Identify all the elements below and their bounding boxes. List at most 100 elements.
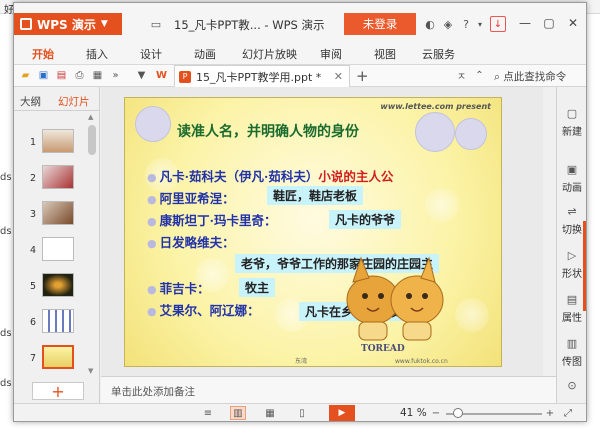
bullet-item[interactable]: 艾果尔、阿辽娜： bbox=[147, 300, 260, 319]
feedback-icon[interactable]: ◈ bbox=[440, 16, 456, 32]
canvas-scrollbar[interactable] bbox=[544, 87, 556, 376]
document-tab[interactable]: P 15_凡卡PPT教学用.ppt * ✕ bbox=[174, 65, 350, 87]
tab-cloud[interactable]: 云服务 bbox=[422, 46, 455, 62]
slide-thumbnail[interactable]: 1 bbox=[14, 129, 86, 159]
export-pdf-icon[interactable]: ▤ bbox=[54, 68, 69, 83]
play-slideshow-button[interactable]: ▶ bbox=[329, 405, 355, 421]
restore-button[interactable]: ▢ bbox=[538, 14, 560, 32]
slide-title[interactable]: 读准人名，并明确人物的身份 bbox=[177, 121, 359, 141]
bullet-item[interactable]: 阿里亚希涅： bbox=[147, 188, 235, 207]
app-menu-button[interactable]: WPS 演示 ▼ bbox=[14, 13, 122, 35]
slide-thumbnail[interactable]: 2 bbox=[14, 165, 86, 195]
tab-review[interactable]: 审阅 bbox=[320, 46, 342, 62]
close-button[interactable]: ✕ bbox=[562, 14, 584, 32]
task-pane: ▢ 新建 ▣ 动画 ⇌ 切换 ▷ 形状 ▤ 属性 ▥ 传图 ⊙ bbox=[556, 87, 586, 403]
slide-footer-text: 东湾 bbox=[295, 358, 308, 365]
task-animation-button[interactable]: ▣ 动画 bbox=[557, 163, 586, 205]
print-icon[interactable]: ⎙ bbox=[72, 68, 87, 83]
skin-icon[interactable]: ◐ bbox=[422, 16, 438, 32]
slides-pane: 大纲 幻灯片 1 2 3 4 5 6 7 ▲ ▼ + bbox=[14, 87, 100, 403]
slide-number: 1 bbox=[30, 137, 37, 148]
fit-window-icon[interactable]: ⤢ bbox=[560, 406, 576, 420]
chevron-down-icon[interactable]: ▼ bbox=[134, 68, 149, 83]
slide-sorter-icon[interactable]: ▦ bbox=[262, 406, 278, 420]
reading-view-icon[interactable]: ▯ bbox=[294, 406, 310, 420]
bubble-decoration bbox=[135, 106, 171, 142]
bg-text: ds bbox=[0, 378, 12, 389]
slide-canvas: www.lettee.com present 读准人名，并明确人物的身份 凡卡·… bbox=[101, 87, 543, 376]
list-view-icon[interactable]: ≡ bbox=[200, 406, 216, 420]
scrollbar-thumb[interactable] bbox=[88, 125, 96, 155]
tab-insert[interactable]: 插入 bbox=[86, 46, 108, 62]
slide-thumbnail[interactable]: 4 bbox=[14, 237, 86, 267]
bubble-decoration bbox=[415, 112, 455, 152]
tab-design[interactable]: 设计 bbox=[140, 46, 162, 62]
slides-pane-tabs: 大纲 幻灯片 bbox=[14, 87, 100, 111]
slide-thumbnail-image bbox=[42, 129, 74, 153]
background-left: ds ds ds ds bbox=[0, 14, 14, 434]
command-search[interactable]: ⌕ 点此查找命令 bbox=[494, 69, 566, 84]
tab-animation[interactable]: 动画 bbox=[194, 46, 216, 62]
slide-number: 3 bbox=[30, 209, 37, 220]
slide[interactable]: www.lettee.com present 读准人名，并明确人物的身份 凡卡·… bbox=[124, 97, 502, 367]
task-pane-handle[interactable] bbox=[583, 221, 586, 311]
slide-thumbnail-image bbox=[42, 309, 74, 333]
scroll-up-icon[interactable]: ▲ bbox=[88, 113, 93, 121]
scroll-down-icon[interactable]: ▼ bbox=[88, 367, 93, 375]
zoom-slider-knob[interactable] bbox=[452, 408, 463, 418]
properties-icon: ▤ bbox=[566, 293, 578, 306]
slide-number: 2 bbox=[30, 173, 37, 184]
notes-placeholder: 单击此处添加备注 bbox=[111, 386, 195, 398]
normal-view-icon[interactable]: ▥ bbox=[230, 406, 246, 420]
ribbon-tabs: 开始 插入 设计 动画 幻灯片放映 审阅 视图 云服务 bbox=[14, 41, 586, 68]
transition-icon: ⇌ bbox=[567, 205, 577, 218]
answer-box[interactable]: 凡卡的爷爷 bbox=[329, 210, 402, 229]
bg-text: ds bbox=[0, 226, 12, 237]
notes-area[interactable]: 单击此处添加备注 bbox=[101, 376, 556, 403]
minimize-button[interactable]: — bbox=[514, 14, 536, 32]
close-icon[interactable]: ✕ bbox=[334, 70, 343, 83]
bullet-item[interactable]: 凡卡·茹科夫（伊凡·茹科夫）小说的主人公 bbox=[147, 166, 394, 185]
slide-thumbnail[interactable]: 6 bbox=[14, 309, 86, 339]
wps-icon[interactable]: W bbox=[154, 68, 169, 83]
tab-slides[interactable]: 幻灯片 bbox=[58, 94, 90, 109]
task-upload-button[interactable]: ▥ 传图 bbox=[557, 337, 586, 379]
bullet-text: 凡卡·茹科夫（伊凡·茹科夫） bbox=[159, 169, 319, 184]
tab-home[interactable]: 开始 bbox=[32, 46, 54, 68]
bullet-item[interactable]: 菲吉卡： bbox=[147, 278, 210, 297]
answer-box[interactable]: 鞋匠，鞋店老板 bbox=[267, 186, 364, 205]
task-new-button[interactable]: ▢ 新建 bbox=[557, 107, 586, 149]
zoom-in-button[interactable]: + bbox=[542, 406, 558, 420]
tab-view[interactable]: 视图 bbox=[374, 46, 396, 62]
collapse-icon[interactable]: ㅈ bbox=[454, 68, 469, 83]
flower-decoration bbox=[455, 298, 489, 332]
save-icon[interactable]: ▣ bbox=[36, 68, 51, 83]
location-icon: ⊙ bbox=[567, 379, 577, 392]
more-icon[interactable]: » bbox=[108, 68, 123, 83]
bullet-item[interactable]: 日发略维夫： bbox=[147, 232, 235, 251]
bg-text: ds bbox=[0, 328, 12, 339]
download-icon[interactable]: ↓ bbox=[490, 16, 506, 32]
task-label: 属性 bbox=[562, 313, 582, 324]
bullet-item[interactable]: 康斯坦丁·玛卡里奇： bbox=[147, 210, 277, 229]
file-icon[interactable]: ▭ bbox=[148, 16, 164, 32]
chevron-down-icon[interactable]: ▾ bbox=[472, 16, 488, 32]
tab-slideshow[interactable]: 幻灯片放映 bbox=[242, 46, 297, 62]
tab-outline[interactable]: 大纲 bbox=[20, 94, 41, 109]
slide-thumbnail[interactable]: 7 bbox=[14, 345, 86, 375]
open-icon[interactable]: ▰ bbox=[18, 68, 33, 83]
login-button[interactable]: 未登录 bbox=[344, 13, 416, 35]
slides-scrollbar[interactable]: ▲ ▼ bbox=[86, 111, 98, 377]
zoom-out-button[interactable]: − bbox=[428, 406, 444, 420]
animation-icon: ▣ bbox=[566, 163, 578, 176]
new-tab-button[interactable]: + bbox=[356, 67, 369, 85]
slide-number: 7 bbox=[30, 353, 37, 364]
print-preview-icon[interactable]: ▦ bbox=[90, 68, 105, 83]
answer-box[interactable]: 牧主 bbox=[239, 278, 276, 297]
bubble-decoration bbox=[455, 118, 487, 150]
slide-thumbnail[interactable]: 3 bbox=[14, 201, 86, 231]
chevron-up-icon[interactable]: ⌃ bbox=[472, 68, 487, 83]
add-slide-button[interactable]: + bbox=[32, 382, 84, 401]
slide-thumbnail[interactable]: 5 bbox=[14, 273, 86, 303]
slide-thumbnail-image bbox=[42, 201, 74, 225]
